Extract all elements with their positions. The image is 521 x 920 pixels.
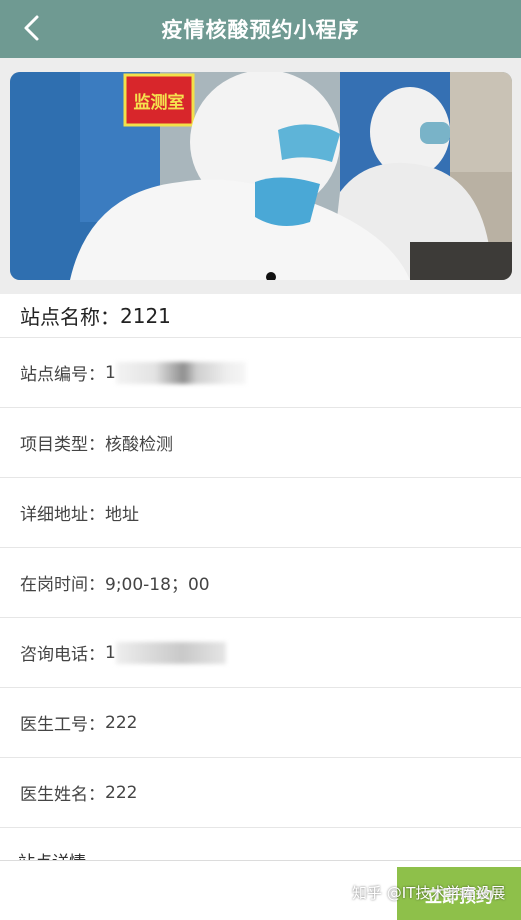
station-name-label: 站点名称： — [20, 305, 120, 329]
field-label: 医生姓名： — [20, 785, 105, 805]
field-value: 1 — [105, 642, 116, 663]
top-nav-bar: 疫情核酸预约小程序 — [0, 0, 521, 58]
station-name-value: 2121 — [120, 303, 171, 328]
station-detail-list: 站点名称： 2121 站点编号： 1 项目类型： 核酸检测 详细地址： 地址 在… — [0, 294, 521, 860]
list-item-phone: 咨询电话： 1 — [0, 618, 521, 688]
field-label: 咨询电话： — [20, 645, 105, 665]
carousel-indicator-dot[interactable] — [266, 272, 276, 280]
field-label: 站点编号： — [20, 365, 105, 385]
redacted-blur — [115, 641, 226, 664]
field-label: 项目类型： — [20, 435, 105, 455]
list-item-working-hours: 在岗时间： 9;00-18；00 — [0, 548, 521, 618]
station-name-row: 站点名称： 2121 — [0, 294, 521, 338]
list-item-doctor-name: 医生姓名： 222 — [0, 758, 521, 828]
redacted-blur — [115, 361, 246, 384]
list-item-project-type: 项目类型： 核酸检测 — [0, 408, 521, 478]
list-item-station-code: 站点编号： 1 — [0, 338, 521, 408]
field-label: 详细地址： — [20, 505, 105, 525]
field-value: 222 — [105, 782, 138, 803]
banner-section: 监测室 — [0, 58, 521, 294]
page-title: 疫情核酸预约小程序 — [161, 18, 360, 42]
app-page: 疫情核酸预约小程序 监测室 站点名称： 2121 站点编号： 1 项目类型： 核… — [0, 0, 521, 920]
field-value: 核酸检测 — [105, 435, 173, 455]
back-button[interactable] — [14, 10, 50, 46]
station-detail-heading: 站点详情 — [0, 828, 521, 860]
field-value: 9;00-18；00 — [105, 575, 210, 595]
list-item-address: 详细地址： 地址 — [0, 478, 521, 548]
banner-sign-text: 监测室 — [134, 92, 185, 113]
field-label: 医生工号： — [20, 715, 105, 735]
field-label: 在岗时间： — [20, 575, 105, 595]
watermark: 知乎 @IT技术学库设展 — [352, 884, 506, 902]
field-value: 1 — [105, 362, 116, 383]
banner-photo: 监测室 — [10, 72, 512, 280]
field-value: 222 — [105, 712, 138, 733]
chevron-left-icon — [24, 15, 39, 41]
field-value: 地址 — [105, 505, 139, 525]
banner-image[interactable]: 监测室 — [10, 72, 512, 280]
list-item-doctor-id: 医生工号： 222 — [0, 688, 521, 758]
